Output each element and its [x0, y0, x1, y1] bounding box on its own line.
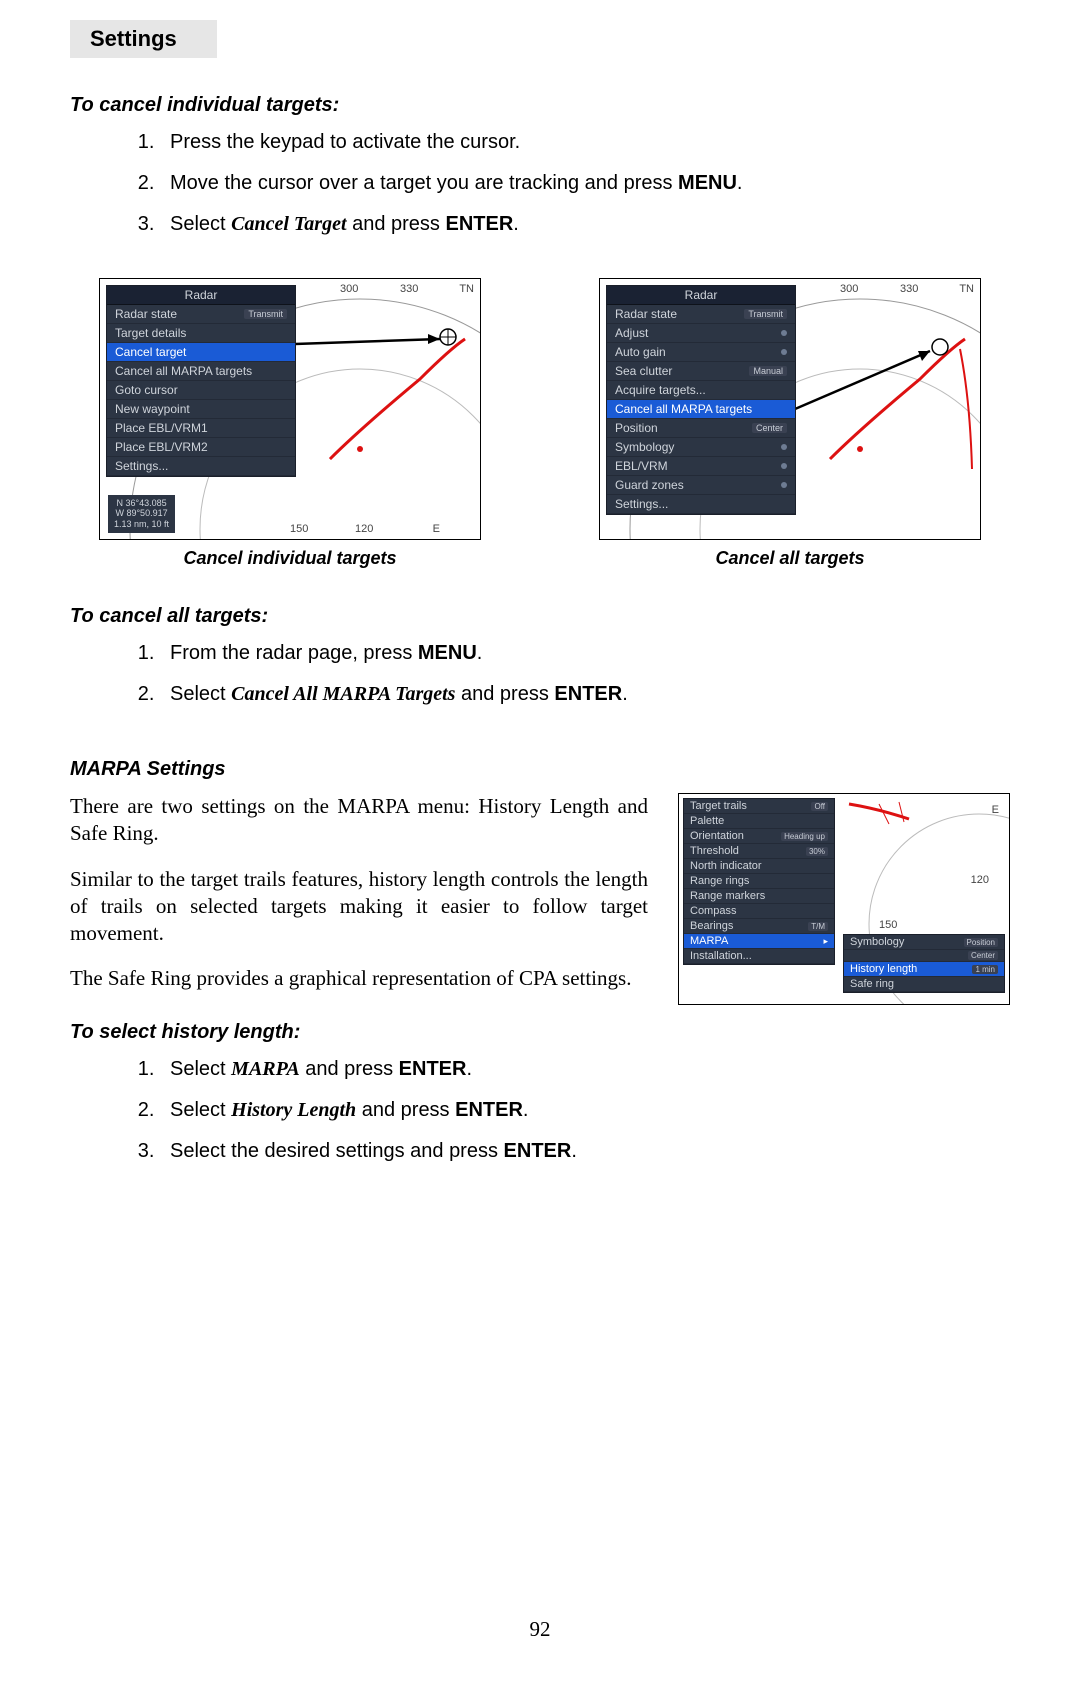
figure-caption-right: Cancel all targets: [570, 548, 1010, 569]
submenu-center: Center: [844, 950, 1004, 962]
menu-goto-cursor: Goto cursor: [107, 381, 295, 400]
menu-cancel-target: Cancel target: [107, 343, 295, 362]
proc3-heading: To select history length:: [70, 1021, 1010, 1044]
tick-e: E: [433, 523, 440, 535]
menu-settings: Settings...: [607, 495, 795, 514]
proc2-step1: From the radar page, press MENU.: [160, 640, 1010, 667]
menu-marpa: MARPA▸: [684, 934, 834, 949]
menu-radar-state: Radar stateTransmit: [607, 305, 795, 324]
marpa-settings-figure: Target trailsOff Palette OrientationHead…: [678, 793, 1010, 1005]
proc1-list: Press the keypad to activate the cursor.…: [70, 129, 1010, 238]
menu-symbology: Symbology: [607, 438, 795, 457]
radar-context-menu-right: Radar Radar stateTransmit Adjust Auto ga…: [606, 285, 796, 515]
tick-300: 300: [840, 283, 858, 295]
menu-adjust: Adjust: [607, 324, 795, 343]
tick-150: 150: [879, 919, 897, 931]
page-number: 92: [0, 1617, 1080, 1642]
menu-sea-clutter: Sea clutterManual: [607, 362, 795, 381]
menu-title: Radar: [107, 286, 295, 305]
proc1-heading: To cancel individual targets:: [70, 94, 1010, 117]
radar-context-menu: Radar Radar stateTransmit Target details…: [106, 285, 296, 477]
proc3-step3: Select the desired settings and press EN…: [160, 1138, 1010, 1165]
figure-cancel-all: Radar Radar stateTransmit Adjust Auto ga…: [570, 278, 1010, 569]
tn-label: TN: [459, 283, 474, 295]
coord-info: N 36°43.085 W 89°50.917 1.13 nm, 10 ft: [108, 495, 175, 533]
menu-title: Radar: [607, 286, 795, 305]
menu-threshold: Threshold30%: [684, 844, 834, 859]
menu-target-trails: Target trailsOff: [684, 799, 834, 814]
marpa-settings-menu: Target trailsOff Palette OrientationHead…: [683, 798, 835, 965]
menu-new-waypoint: New waypoint: [107, 400, 295, 419]
proc3-list: Select MARPA and press ENTER. Select His…: [70, 1056, 1010, 1165]
menu-cancel-all-marpa: Cancel all MARPA targets: [107, 362, 295, 381]
menu-position: PositionCenter: [607, 419, 795, 438]
menu-compass: Compass: [684, 904, 834, 919]
tick-120: 120: [355, 523, 373, 535]
menu-acquire-targets: Acquire targets...: [607, 381, 795, 400]
submenu-safe-ring: Safe ring: [844, 977, 1004, 992]
menu-place-ebl-vrm1: Place EBL/VRM1: [107, 419, 295, 438]
tick-e: E: [992, 804, 999, 816]
proc1-step2: Move the cursor over a target you are tr…: [160, 170, 1010, 197]
proc2-list: From the radar page, press MENU. Select …: [70, 640, 1010, 708]
menu-target-details: Target details: [107, 324, 295, 343]
menu-installation: Installation...: [684, 949, 834, 964]
submenu-symbology: SymbologyPosition: [844, 935, 1004, 950]
tick-120: 120: [971, 874, 989, 886]
menu-range-markers: Range markers: [684, 889, 834, 904]
menu-auto-gain: Auto gain: [607, 343, 795, 362]
tick-150: 150: [290, 523, 308, 535]
tick-330: 330: [400, 283, 418, 295]
menu-radar-state: Radar stateTransmit: [107, 305, 295, 324]
figure-cancel-individual: Radar Radar stateTransmit Target details…: [70, 278, 510, 569]
menu-bearings: BearingsT/M: [684, 919, 834, 934]
proc1-step1: Press the keypad to activate the cursor.: [160, 129, 1010, 156]
submenu-history-length: History length1 min: [844, 962, 1004, 977]
menu-range-rings: Range rings: [684, 874, 834, 889]
menu-north-indicator: North indicator: [684, 859, 834, 874]
menu-cancel-all-marpa: Cancel all MARPA targets: [607, 400, 795, 419]
menu-orientation: OrientationHeading up: [684, 829, 834, 844]
menu-palette: Palette: [684, 814, 834, 829]
marpa-heading: MARPA Settings: [70, 758, 1010, 781]
menu-settings: Settings...: [107, 457, 295, 476]
tick-300: 300: [340, 283, 358, 295]
proc3-step2: Select History Length and press ENTER.: [160, 1097, 1010, 1124]
menu-guard-zones: Guard zones: [607, 476, 795, 495]
menu-ebl-vrm: EBL/VRM: [607, 457, 795, 476]
menu-place-ebl-vrm2: Place EBL/VRM2: [107, 438, 295, 457]
figure-caption-left: Cancel individual targets: [70, 548, 510, 569]
proc1-step3: Select Cancel Target and press ENTER.: [160, 211, 1010, 238]
proc2-heading: To cancel all targets:: [70, 605, 1010, 628]
tn-label: TN: [959, 283, 974, 295]
section-tab: Settings: [70, 20, 217, 58]
tick-330: 330: [900, 283, 918, 295]
marpa-description: There are two settings on the MARPA menu…: [70, 793, 648, 1011]
marpa-submenu: SymbologyPosition Center History length1…: [843, 934, 1005, 993]
proc3-step1: Select MARPA and press ENTER.: [160, 1056, 1010, 1083]
proc2-step2: Select Cancel All MARPA Targets and pres…: [160, 681, 1010, 708]
